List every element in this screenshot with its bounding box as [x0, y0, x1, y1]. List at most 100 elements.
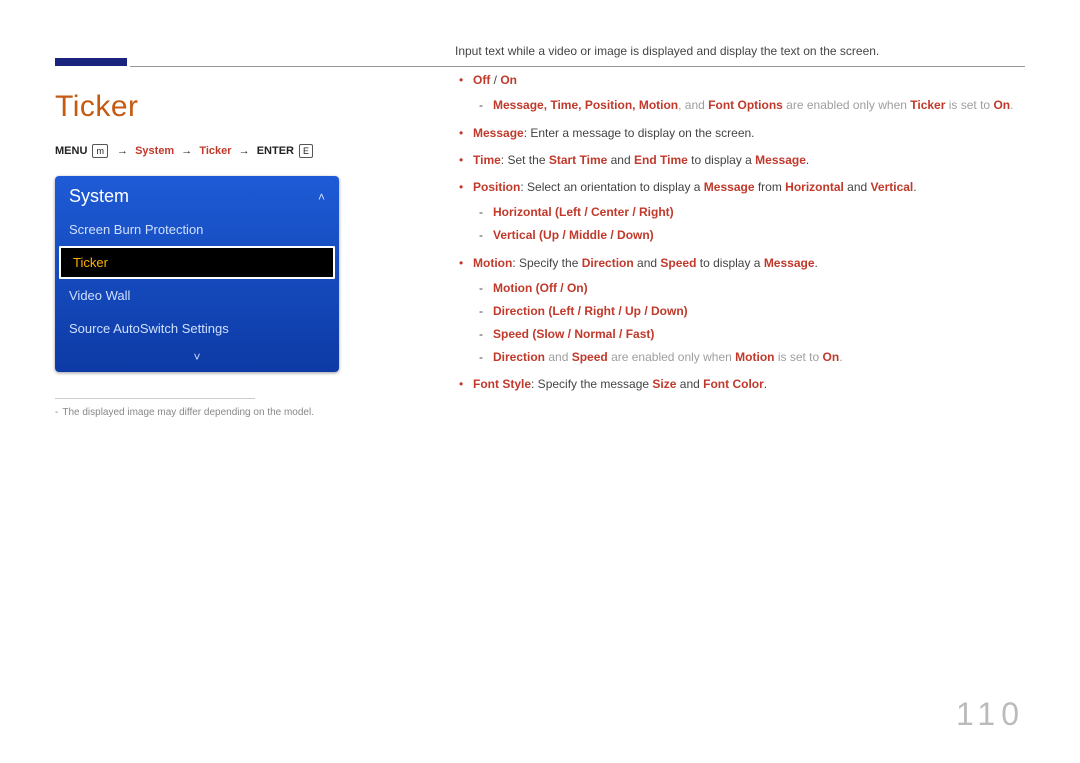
t: and — [545, 350, 572, 364]
sub-horizontal: Horizontal (Left / Center / Right) — [493, 203, 1025, 222]
t: are enabled only when — [608, 350, 735, 364]
label: Time — [473, 153, 501, 167]
page-title: Ticker — [55, 90, 400, 124]
label: Message — [473, 126, 524, 140]
t: to display a — [688, 153, 755, 167]
em-msg: Message — [755, 153, 806, 167]
em-speed: Speed — [660, 256, 696, 270]
em-on: On — [993, 98, 1010, 112]
osd-title: System — [69, 186, 129, 207]
opt-on: On — [500, 73, 517, 87]
opt: Direction (Left / Right / Up / Down) — [493, 304, 688, 318]
bullet-message: Message: Enter a message to display on t… — [473, 124, 1025, 143]
osd-item-ticker[interactable]: Ticker — [59, 246, 335, 279]
osd-footer: ˅ — [55, 345, 339, 372]
t: and — [844, 180, 871, 194]
em-speed: Speed — [572, 350, 608, 364]
sub-motion-note: Direction and Speed are enabled only whe… — [493, 348, 1025, 367]
sub-enabled-note: Message, Time, Position, Motion, and Fon… — [493, 96, 1025, 115]
opt: Vertical (Up / Middle / Down) — [493, 228, 654, 242]
t: : Set the — [501, 153, 549, 167]
nav-menu-label: MENU — [55, 145, 87, 157]
label: Motion — [473, 256, 512, 270]
em-items: Message, Time, Position, Motion — [493, 98, 678, 112]
chevron-down-icon[interactable]: ˅ — [193, 350, 200, 364]
page-number: 110 — [956, 696, 1025, 733]
t: is set to — [775, 350, 823, 364]
note-text: The displayed image may differ depending… — [62, 407, 314, 418]
bullet-position: Position: Select an orientation to displ… — [473, 178, 1025, 246]
arrow-icon: → — [239, 145, 250, 157]
t: is set to — [945, 98, 993, 112]
page-content: Ticker MENU m → System → Ticker → ENTER … — [0, 0, 1080, 448]
opt-off: Off — [473, 73, 490, 87]
right-column: Input text while a video or image is dis… — [455, 40, 1025, 395]
em-start: Start Time — [549, 153, 607, 167]
opt: Speed (Slow / Normal / Fast) — [493, 327, 654, 341]
t: from — [755, 180, 786, 194]
em-motion: Motion — [735, 350, 774, 364]
nav-system: System — [135, 145, 174, 157]
em-horizontal: Horizontal — [785, 180, 844, 194]
opt: Horizontal (Left / Center / Right) — [493, 205, 674, 219]
label: Position — [473, 180, 520, 194]
sub-direction: Direction (Left / Right / Up / Down) — [493, 302, 1025, 321]
arrow-icon: → — [181, 145, 192, 157]
em-msg: Message — [764, 256, 815, 270]
osd-header: System ˄ — [55, 176, 339, 213]
intro-text: Input text while a video or image is dis… — [455, 42, 1025, 61]
t: to display a — [696, 256, 763, 270]
t: , and — [678, 98, 708, 112]
header-rule — [130, 66, 1025, 67]
left-column: Ticker MENU m → System → Ticker → ENTER … — [55, 40, 400, 418]
sub-vertical: Vertical (Up / Middle / Down) — [493, 226, 1025, 245]
em-on: On — [823, 350, 840, 364]
em-direction: Direction — [493, 350, 545, 364]
bullet-time: Time: Set the Start Time and End Time to… — [473, 151, 1025, 170]
arrow-icon: → — [117, 145, 128, 157]
breadcrumb: MENU m → System → Ticker → ENTER E — [55, 144, 400, 158]
t: . — [1010, 98, 1013, 112]
osd-item-video-wall[interactable]: Video Wall — [55, 279, 339, 312]
t: are enabled only when — [783, 98, 910, 112]
feature-list: Off / On Message, Time, Position, Motion… — [455, 71, 1025, 394]
em-ticker: Ticker — [910, 98, 945, 112]
sub-speed: Speed (Slow / Normal / Fast) — [493, 325, 1025, 344]
label: Font Style — [473, 377, 531, 391]
t: and — [607, 153, 634, 167]
dash-icon: - — [55, 407, 58, 418]
t: : Enter a message to display on the scre… — [524, 126, 755, 140]
t: : Specify the — [512, 256, 581, 270]
osd-item-screen-burn[interactable]: Screen Burn Protection — [55, 213, 339, 246]
bullet-font-style: Font Style: Specify the message Size and… — [473, 375, 1025, 394]
em-font-color: Font Color — [703, 377, 764, 391]
menu-icon: m — [92, 144, 108, 158]
bullet-off-on: Off / On Message, Time, Position, Motion… — [473, 71, 1025, 115]
model-note: -The displayed image may differ dependin… — [55, 407, 400, 418]
t: and — [676, 377, 703, 391]
t: : Select an orientation to display a — [520, 180, 703, 194]
bullet-motion: Motion: Specify the Direction and Speed … — [473, 254, 1025, 368]
chevron-up-icon[interactable]: ˄ — [318, 190, 325, 204]
t: . — [913, 180, 916, 194]
em-font-options: Font Options — [708, 98, 783, 112]
divider — [55, 398, 255, 399]
t: . — [764, 377, 767, 391]
em-end: End Time — [634, 153, 688, 167]
t: and — [634, 256, 661, 270]
section-marker — [55, 58, 127, 66]
t: . — [815, 256, 818, 270]
enter-icon: E — [299, 144, 313, 158]
em-size: Size — [652, 377, 676, 391]
osd-menu: System ˄ Screen Burn Protection Ticker V… — [55, 176, 339, 372]
t: . — [839, 350, 842, 364]
t: . — [806, 153, 809, 167]
em-direction: Direction — [582, 256, 634, 270]
em-vertical: Vertical — [871, 180, 914, 194]
em-msg: Message — [704, 180, 755, 194]
slash: / — [490, 73, 500, 87]
nav-ticker: Ticker — [199, 145, 231, 157]
sub-motion: Motion (Off / On) — [493, 279, 1025, 298]
osd-item-source-autoswitch[interactable]: Source AutoSwitch Settings — [55, 312, 339, 345]
t: : Specify the message — [531, 377, 652, 391]
